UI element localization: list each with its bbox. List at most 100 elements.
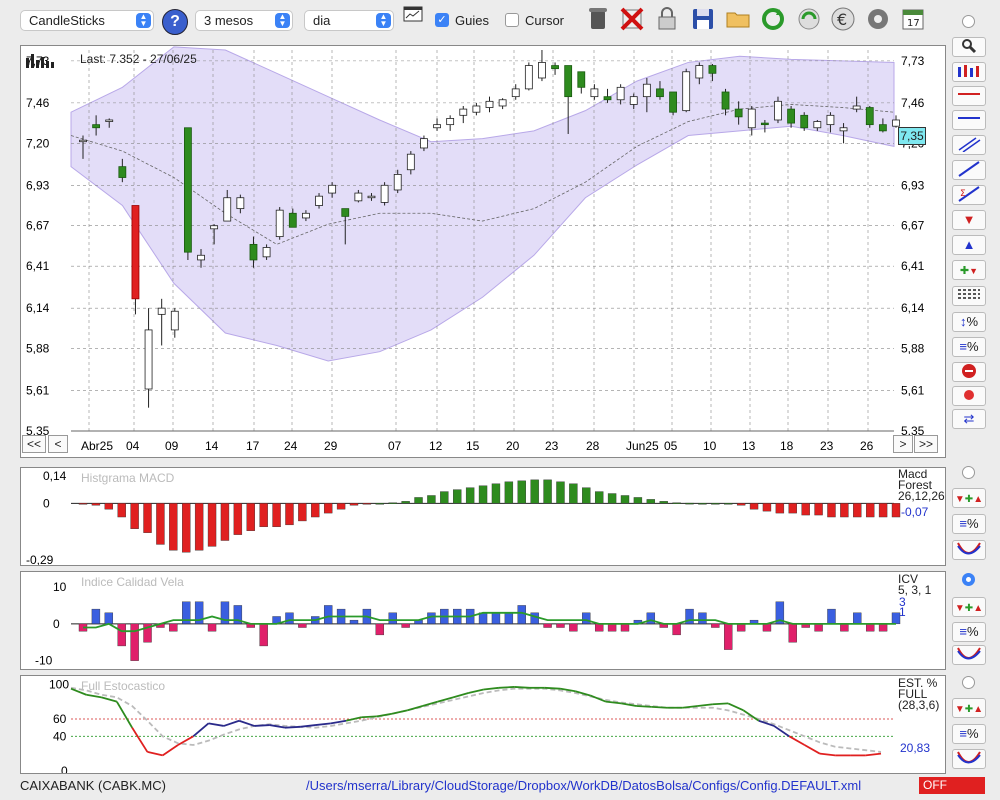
stochastic-curve-tool[interactable] <box>952 749 986 769</box>
stochastic-k-segment <box>361 715 377 719</box>
x-tick-label: 09 <box>165 439 179 453</box>
stochastic-panel[interactable]: 100 60 40 0 Full Estocastico EST. % FULL (2… <box>20 675 946 774</box>
icv-panel[interactable]: 10 0 -10 Indice Calidad Vela ICV 5, 3, 1 3… <box>20 571 946 670</box>
stochastic-k-segment <box>376 712 393 718</box>
period-select[interactable]: 3 mesos ▲ ▼ <box>195 10 293 31</box>
candle-body <box>629 96 638 105</box>
stop-tool[interactable] <box>952 362 986 382</box>
icv-panel-radio[interactable] <box>962 573 975 586</box>
arrow-down-tool[interactable]: ▼ <box>952 210 986 230</box>
stochastic-k-segment <box>330 719 347 725</box>
chart-window-icon[interactable] <box>402 5 424 35</box>
price-chart[interactable]: 7,737,737,467,467,207,206,936,936,676,67… <box>21 46 945 457</box>
macd-panel-radio[interactable] <box>962 466 975 479</box>
record-tool[interactable] <box>952 386 986 406</box>
stochastic-arrows-tool[interactable]: ▼✚▲ <box>952 698 986 718</box>
candle-body <box>302 212 310 219</box>
candle-body <box>669 91 677 113</box>
candle-body <box>538 62 546 79</box>
add-marker-tool[interactable]: ✚▼ <box>952 260 986 280</box>
candle-body <box>131 205 140 300</box>
chart-type-select[interactable]: CandleSticks ▲ ▼ <box>20 10 154 31</box>
candle-body <box>826 114 835 126</box>
stochastic-panel-radio[interactable] <box>962 676 975 689</box>
icv-arrows-tool[interactable]: ▼✚▲ <box>952 597 986 617</box>
nav-first-button[interactable]: << <box>22 435 46 453</box>
candle-body <box>590 88 599 98</box>
calendar-icon[interactable]: 17 <box>898 5 928 35</box>
candle-body <box>498 99 507 107</box>
trash-icon[interactable] <box>583 5 613 35</box>
macd-lines-percent-tool[interactable]: ≡% <box>952 514 986 534</box>
channel-tool[interactable] <box>952 135 986 155</box>
main-panel-radio[interactable] <box>962 15 975 28</box>
guides-checkbox[interactable]: ✓ <box>435 13 449 27</box>
macd-bar <box>104 503 114 510</box>
select-arrows-icon: ▲ ▼ <box>136 13 151 28</box>
refresh-icon[interactable] <box>758 5 788 35</box>
sync-icon[interactable] <box>794 5 824 35</box>
open-folder-icon[interactable] <box>723 5 753 35</box>
candle-body <box>852 105 861 110</box>
swap-tool[interactable]: ⇄ <box>952 409 986 429</box>
horizontal-blue-line-tool[interactable] <box>952 110 986 130</box>
stochastic-tick-label: 100 <box>49 677 69 691</box>
stochastic-lines-percent-tool[interactable]: ≡% <box>952 724 986 744</box>
scale-percent-tool[interactable]: ↕% <box>952 312 986 332</box>
macd-arrows-tool[interactable]: ▼✚▲ <box>952 488 986 508</box>
zoom-tool[interactable] <box>952 37 986 57</box>
status-off-badge[interactable]: OFF <box>919 777 985 794</box>
config-path-link[interactable]: /Users/mserra/Library/CloudStorage/Dropb… <box>306 778 861 793</box>
macd-bar <box>375 503 385 505</box>
stochastic-k-segment <box>192 722 210 738</box>
trend-line-tool[interactable] <box>952 160 986 180</box>
macd-bar <box>891 503 901 518</box>
nav-next-button[interactable]: > <box>893 435 913 453</box>
candle-body <box>446 118 455 126</box>
candle-body <box>511 88 520 98</box>
help-button[interactable]: ? <box>162 9 188 35</box>
save-icon[interactable] <box>688 5 718 35</box>
icv-bar <box>711 623 720 628</box>
lock-icon[interactable] <box>652 5 682 35</box>
grid-lines-tool[interactable] <box>952 286 986 306</box>
fibonacci-tool[interactable]: Σ <box>952 185 986 205</box>
interval-select[interactable]: dia ▲ ▼ <box>304 10 394 31</box>
macd-bar <box>840 503 849 518</box>
stochastic-k-segment <box>131 727 149 753</box>
stochastic-k-segment <box>116 701 133 729</box>
lines-percent-tool[interactable]: ≡% <box>952 337 986 357</box>
icv-bar <box>569 623 578 632</box>
chart-style-tool[interactable] <box>952 62 986 82</box>
x-tick-label: 20 <box>506 439 520 453</box>
candle-body <box>92 124 101 129</box>
macd-bar <box>594 491 604 504</box>
icv-bar <box>517 605 526 625</box>
macd-curve-tool[interactable] <box>952 540 986 560</box>
candle-body <box>577 71 586 88</box>
select-arrows-icon: ▲ ▼ <box>275 13 290 28</box>
delete-icon[interactable] <box>617 5 647 35</box>
macd-panel[interactable]: 0,14 0 -0,29 Histgrama MACD Macd Forest 26… <box>20 467 946 566</box>
arrow-up-tool[interactable]: ▲ <box>952 235 986 255</box>
price-chart-panel[interactable]: 7,737,737,467,467,207,206,936,936,676,67… <box>20 45 946 458</box>
horizontal-red-line-tool[interactable] <box>952 86 986 106</box>
x-tick-label: 14 <box>205 439 219 453</box>
icv-bar <box>530 612 539 625</box>
candle-body <box>393 174 402 191</box>
euro-icon[interactable]: € <box>828 5 858 35</box>
settings-icon[interactable] <box>863 5 893 35</box>
nav-prev-button[interactable]: < <box>48 435 68 453</box>
icv-curve-tool[interactable] <box>952 645 986 665</box>
macd-tick-label: 0 <box>43 496 50 510</box>
candle-body <box>420 138 428 149</box>
cursor-checkbox[interactable] <box>505 13 519 27</box>
nav-last-button[interactable]: >> <box>914 435 938 453</box>
y-tick-label-left: 7,46 <box>26 96 50 110</box>
icv-lines-percent-tool[interactable]: ≡% <box>952 622 986 642</box>
stochastic-k-segment <box>147 751 163 757</box>
macd-bar <box>91 503 101 506</box>
icv-bar <box>698 612 707 625</box>
stochastic-k-segment <box>162 744 179 757</box>
candle-body <box>524 65 533 90</box>
